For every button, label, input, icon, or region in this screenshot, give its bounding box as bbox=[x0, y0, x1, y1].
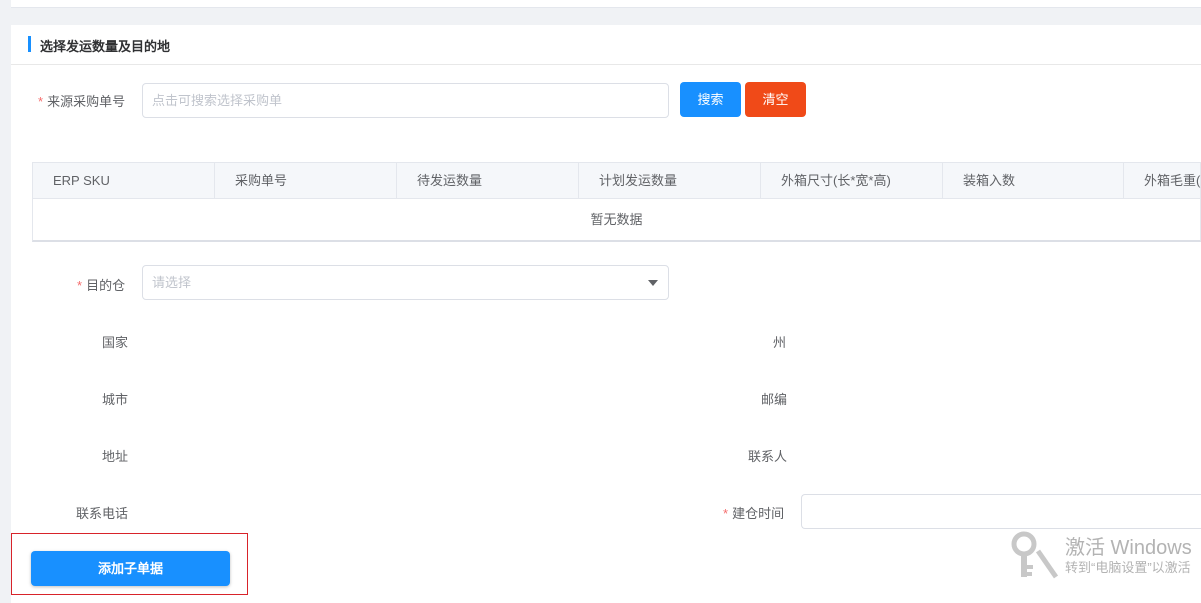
destination-select[interactable]: 请选择 bbox=[142, 265, 669, 300]
column-header-po-number: 采购单号 bbox=[215, 163, 397, 199]
section-title: 选择发运数量及目的地 bbox=[40, 39, 171, 54]
required-mark: * bbox=[723, 506, 729, 521]
build-time-label-text: 建仓时间 bbox=[732, 506, 785, 521]
top-card-strip bbox=[11, 0, 1201, 8]
column-header-pending-qty: 待发运数量 bbox=[397, 163, 579, 199]
items-table: ERP SKU 采购单号 待发运数量 计划发运数量 外箱尺寸(长*宽*高) 装箱… bbox=[32, 162, 1201, 242]
destination-placeholder: 请选择 bbox=[152, 275, 192, 290]
clear-button[interactable]: 清空 bbox=[745, 82, 806, 117]
build-time-label: * 建仓时间 bbox=[723, 503, 784, 522]
source-po-input[interactable] bbox=[142, 83, 669, 118]
column-header-planned-qty: 计划发运数量 bbox=[579, 163, 761, 199]
section-accent-bar bbox=[28, 36, 31, 52]
destination-label: * 目的仓 bbox=[77, 275, 125, 294]
watermark-subtitle: 转到“电脑设置”以激活 bbox=[1065, 560, 1191, 575]
key-icon bbox=[1011, 531, 1058, 579]
city-label: 城市 bbox=[102, 392, 129, 407]
source-po-label-text: 来源采购单号 bbox=[47, 94, 126, 109]
required-mark: * bbox=[77, 278, 83, 293]
required-mark: * bbox=[38, 94, 44, 109]
windows-activation-watermark: 激活 Windows 转到“电脑设置”以激活 bbox=[1010, 527, 1201, 587]
search-button[interactable]: 搜索 bbox=[680, 82, 741, 117]
address-label: 地址 bbox=[102, 449, 129, 464]
section-header: 选择发运数量及目的地 bbox=[11, 25, 1201, 65]
watermark-title: 激活 Windows bbox=[1065, 537, 1192, 559]
column-header-carton-gross-weight: 外箱毛重( bbox=[1144, 173, 1201, 188]
column-header-erp-sku: ERP SKU bbox=[33, 163, 215, 199]
table-header: ERP SKU 采购单号 待发运数量 计划发运数量 外箱尺寸(长*宽*高) 装箱… bbox=[33, 163, 1200, 199]
country-label: 国家 bbox=[102, 335, 129, 350]
column-header-carton-size: 外箱尺寸(长*宽*高) bbox=[761, 163, 943, 199]
destination-label-text: 目的仓 bbox=[86, 278, 126, 293]
build-time-input[interactable] bbox=[801, 494, 1201, 529]
chevron-down-icon bbox=[648, 280, 658, 286]
contact-label: 联系人 bbox=[748, 449, 788, 464]
table-empty-text: 暂无数据 bbox=[590, 212, 643, 227]
source-po-label: * 来源采购单号 bbox=[38, 91, 125, 110]
state-label: 州 bbox=[773, 335, 787, 350]
phone-label: 联系电话 bbox=[76, 506, 129, 521]
add-sub-order-button[interactable]: 添加子单据 bbox=[31, 551, 230, 586]
zip-label: 邮编 bbox=[761, 392, 788, 407]
column-header-units-per-carton: 装箱入数 bbox=[943, 163, 1124, 199]
